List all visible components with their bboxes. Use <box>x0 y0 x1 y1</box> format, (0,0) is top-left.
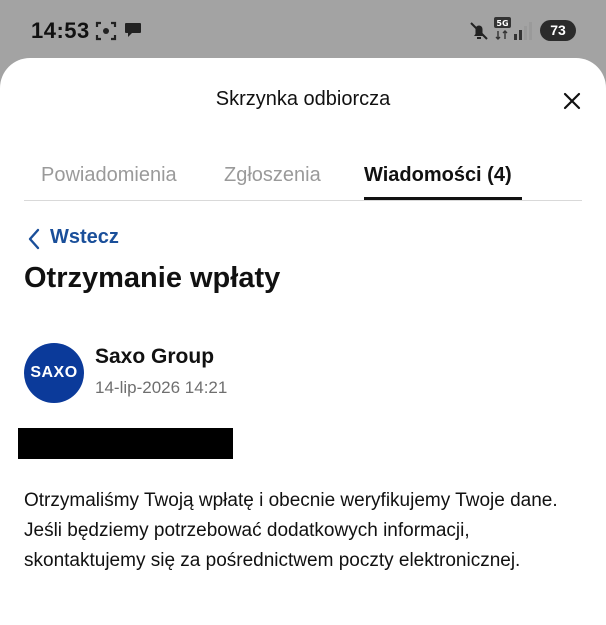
sheet-title: Skrzynka odbiorcza <box>215 88 391 110</box>
message-body: Otrzymaliśmy Twoją wpłatę i obecnie wery… <box>24 490 558 571</box>
close-icon[interactable] <box>559 88 585 114</box>
back-label: Wstecz <box>50 226 119 248</box>
signal-5g-icon: 5G <box>494 17 532 40</box>
message-date: 14-lip-2026 14:21 <box>95 378 228 397</box>
battery-indicator: 73 <box>540 20 576 41</box>
chat-icon <box>125 23 141 37</box>
tab-bar: Powiadomienia Zgłoszenia Wiadomości (4) <box>24 154 582 201</box>
redacted-block <box>18 428 233 459</box>
screenshot-icon <box>95 21 117 41</box>
network-label: 5G <box>496 19 508 28</box>
tab-messages[interactable]: Wiadomości (4) <box>364 164 512 187</box>
mute-icon <box>470 22 488 40</box>
sender-name: Saxo Group <box>95 345 215 368</box>
status-time: 14:53 <box>31 18 90 43</box>
chevron-left-icon <box>28 228 40 250</box>
tab-notifications[interactable]: Powiadomienia <box>41 164 177 187</box>
active-tab-indicator <box>364 197 522 200</box>
avatar-text: SAXO <box>30 364 78 381</box>
inbox-sheet: Skrzynka odbiorcza Powiadomienia Zgłosze… <box>0 58 606 625</box>
tab-requests[interactable]: Zgłoszenia <box>224 164 321 187</box>
sender-avatar: SAXO <box>24 343 84 403</box>
message-title: Otrzymanie wpłaty <box>24 262 281 294</box>
status-bar: 14:53 5G 73 <box>0 0 606 62</box>
